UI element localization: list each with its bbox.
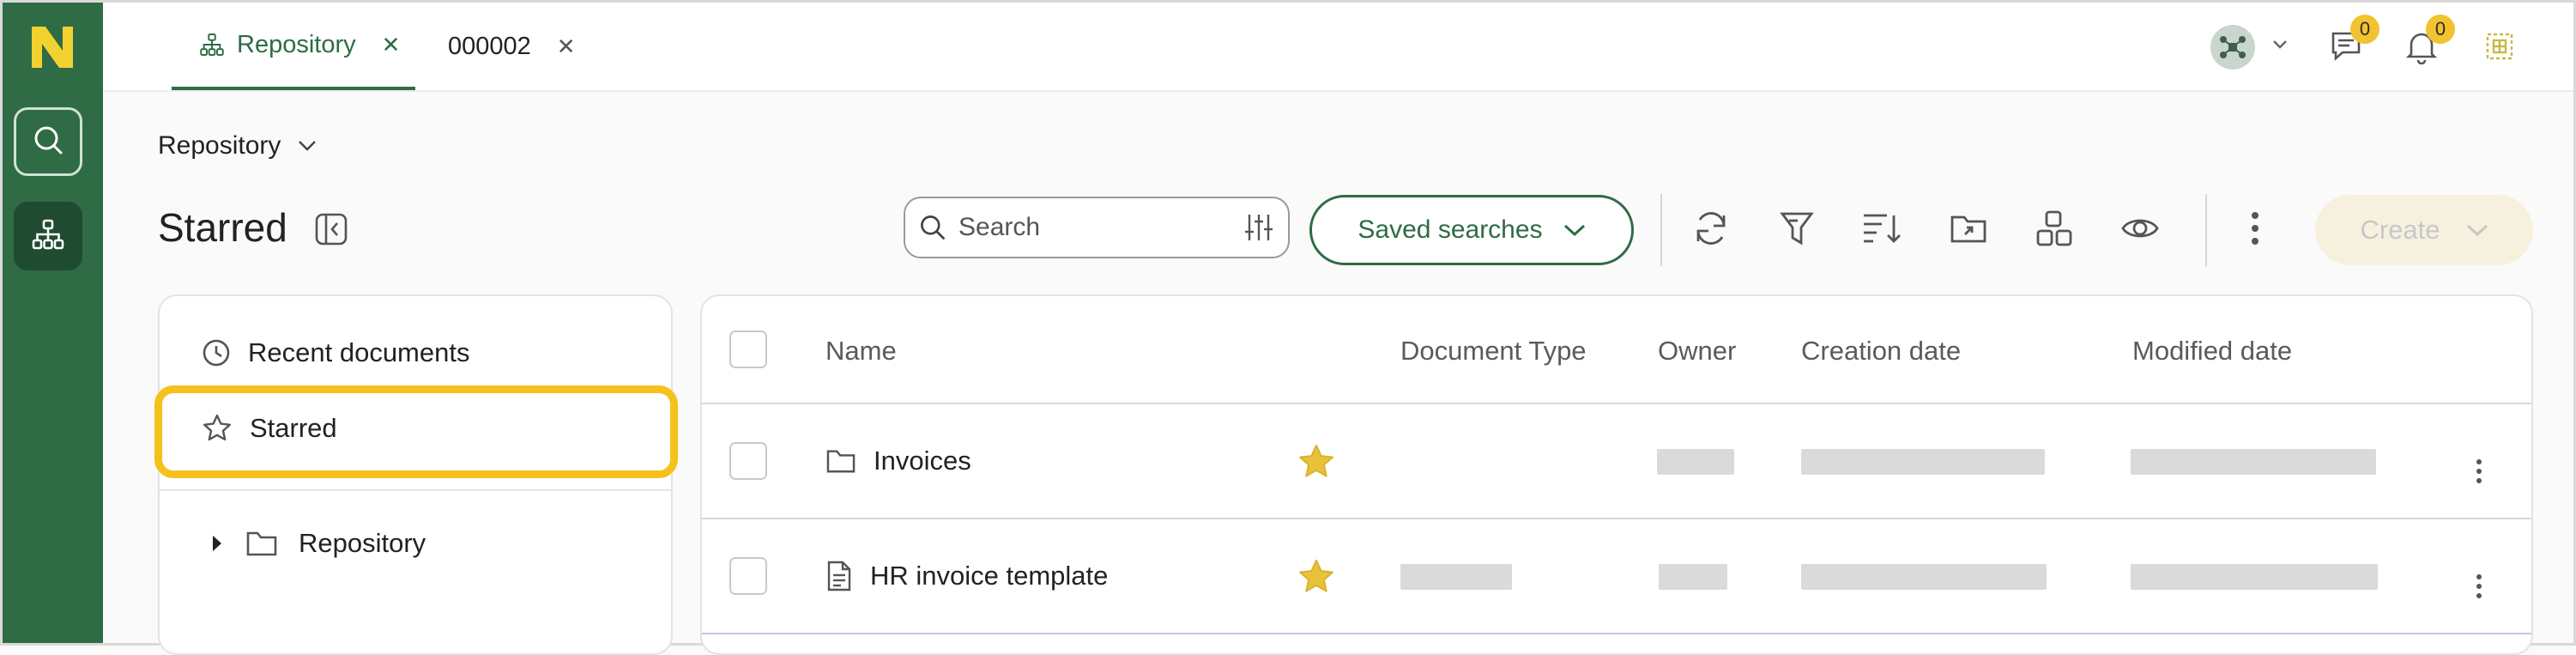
- tab-label: Repository: [237, 30, 356, 58]
- row-divider: [702, 633, 2531, 634]
- collapse-panel-icon[interactable]: [314, 212, 348, 251]
- chevron-down-icon: [298, 140, 317, 152]
- document-type-placeholder: [1400, 564, 1512, 590]
- sitemap-icon: [199, 32, 225, 58]
- creation-date-placeholder: [1801, 564, 2047, 590]
- chevron-down-icon: [1563, 223, 1586, 237]
- tab-repository[interactable]: Repository ✕: [172, 3, 415, 90]
- column-header-owner[interactable]: Owner: [1658, 336, 1736, 367]
- document-icon: [825, 560, 853, 592]
- saved-searches-label: Saved searches: [1358, 215, 1543, 244]
- navigation-panel: Recent documents Starred Repository: [154, 294, 678, 655]
- column-header-modified-date[interactable]: Modified date: [2132, 336, 2292, 367]
- search-icon: [917, 212, 948, 243]
- widgets-icon[interactable]: [2032, 206, 2077, 251]
- create-button[interactable]: Create: [2315, 195, 2533, 265]
- breadcrumb[interactable]: Repository: [158, 131, 317, 161]
- clock-icon: [202, 338, 231, 367]
- eye-icon[interactable]: [2118, 206, 2162, 251]
- left-rail: [3, 3, 103, 643]
- chevron-down-icon: [2466, 223, 2488, 237]
- select-all-checkbox[interactable]: [729, 331, 767, 368]
- close-icon[interactable]: ✕: [557, 33, 576, 60]
- funnel-icon[interactable]: [1775, 206, 1819, 251]
- user-avatar[interactable]: [2210, 25, 2255, 70]
- nav-item-starred[interactable]: Starred: [202, 413, 337, 444]
- star-outline-icon: [202, 413, 233, 444]
- folder-icon: [825, 447, 856, 475]
- chevron-down-icon[interactable]: [2272, 39, 2288, 54]
- nav-item-label: Starred: [250, 413, 337, 443]
- column-header-document-type[interactable]: Document Type: [1400, 336, 1587, 367]
- saved-searches-button[interactable]: Saved searches: [1309, 195, 1634, 265]
- search-rail-button[interactable]: [14, 107, 82, 176]
- caret-right-icon[interactable]: [211, 534, 223, 553]
- row-checkbox[interactable]: [729, 557, 767, 595]
- more-vertical-icon[interactable]: [2476, 459, 2483, 488]
- nav-item-recent-documents[interactable]: Recent documents: [202, 337, 469, 368]
- column-header-name[interactable]: Name: [825, 336, 897, 367]
- row-name-cell[interactable]: Invoices: [825, 442, 971, 480]
- more-vertical-icon[interactable]: [2476, 574, 2483, 603]
- filter-sliders-icon[interactable]: [1243, 212, 1274, 243]
- app-logo: [28, 23, 75, 71]
- nav-item-label: Repository: [299, 528, 426, 558]
- tab-000002[interactable]: 000002 ✕: [448, 3, 576, 90]
- toolbar-divider: [2205, 194, 2207, 266]
- page-title: Starred: [158, 205, 287, 250]
- repository-rail-button[interactable]: [14, 202, 82, 270]
- search-icon: [31, 123, 65, 161]
- header-divider: [702, 403, 2531, 404]
- modified-date-placeholder: [2131, 564, 2378, 590]
- modified-date-placeholder: [2131, 449, 2376, 475]
- refresh-icon[interactable]: [1689, 206, 1733, 251]
- sort-icon[interactable]: [1860, 206, 1905, 251]
- row-checkbox[interactable]: [729, 442, 767, 480]
- owner-placeholder: [1659, 564, 1727, 590]
- nav-item-label: Recent documents: [248, 337, 470, 367]
- alerts-badge: 0: [2426, 15, 2455, 44]
- toolbar-divider: [1660, 194, 1662, 266]
- breadcrumb-label: Repository: [158, 131, 281, 160]
- row-name: Invoices: [874, 446, 971, 476]
- folder-link-icon[interactable]: [1946, 206, 1991, 251]
- row-divider: [702, 518, 2531, 519]
- star-filled-icon[interactable]: [1297, 442, 1336, 486]
- more-vertical-icon[interactable]: [2233, 206, 2277, 251]
- creation-date-placeholder: [1801, 449, 2045, 475]
- tab-label: 000002: [448, 32, 531, 60]
- apps-grid-icon[interactable]: [2485, 32, 2514, 65]
- sitemap-icon: [31, 217, 65, 256]
- row-name-cell[interactable]: HR invoice template: [825, 557, 1108, 595]
- documents-table: Name Document Type Owner Creation date M…: [700, 294, 2533, 655]
- close-icon[interactable]: ✕: [382, 32, 401, 58]
- search-input[interactable]: [957, 212, 1218, 243]
- star-filled-icon[interactable]: [1297, 557, 1336, 601]
- row-name: HR invoice template: [870, 561, 1109, 591]
- nav-divider: [160, 489, 671, 491]
- column-header-creation-date[interactable]: Creation date: [1801, 336, 1961, 367]
- search-field[interactable]: [904, 197, 1290, 258]
- nav-item-repository[interactable]: Repository: [211, 528, 426, 559]
- folder-icon: [245, 529, 278, 558]
- top-bar: Repository ✕ 000002 ✕ 0 0: [103, 3, 2573, 92]
- create-label: Create: [2360, 215, 2440, 245]
- messages-badge: 0: [2350, 15, 2379, 44]
- owner-placeholder: [1657, 449, 1734, 475]
